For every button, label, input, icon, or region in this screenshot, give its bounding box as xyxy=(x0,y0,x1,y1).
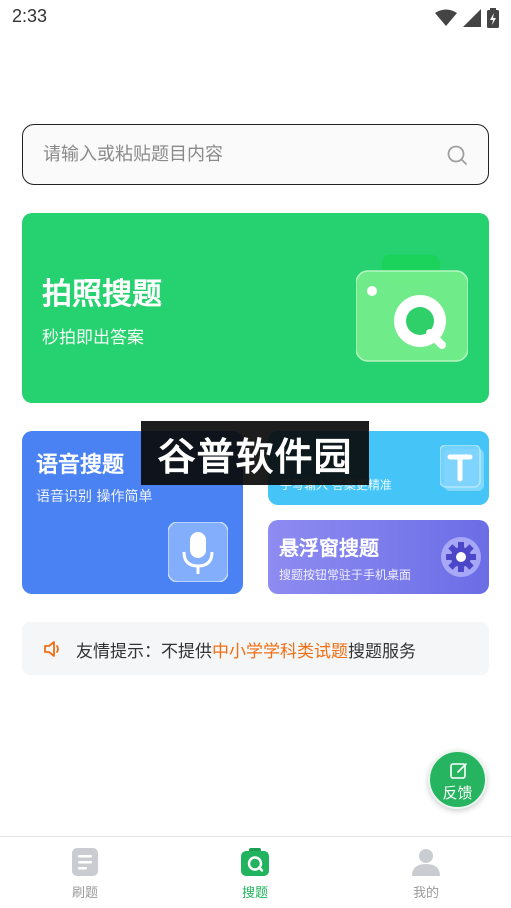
search-camera-icon xyxy=(241,848,269,876)
floating-window-title: 悬浮窗搜题 xyxy=(279,536,379,560)
gear-icon xyxy=(441,537,481,577)
tip-bar: 友情提示：不提供中小学学科类试题搜题服务 xyxy=(22,622,489,675)
bottom-tab-bar: 刷题 搜题 我的 xyxy=(0,836,511,908)
tab-search[interactable]: 搜题 xyxy=(215,847,295,901)
floating-window-subtitle: 搜题按钮常驻于手机桌面 xyxy=(279,568,412,582)
camera-icon xyxy=(356,255,468,362)
search-icon[interactable] xyxy=(446,144,468,166)
text-t-icon xyxy=(440,445,484,491)
status-time: 2:33 xyxy=(12,6,48,26)
tip-prefix: 友情提示：不提供 xyxy=(76,642,212,662)
search-box[interactable] xyxy=(22,124,489,185)
watermark-logo: 谷普软件园 xyxy=(141,421,369,485)
edit-icon xyxy=(450,763,467,779)
status-icons xyxy=(435,8,499,28)
photo-search-card[interactable]: 拍照搜题 秒拍即出答案 xyxy=(22,213,489,403)
tip-highlight: 中小学学科类试题 xyxy=(212,642,348,662)
tip-text: 友情提示：不提供中小学学科类试题搜题服务 xyxy=(76,637,416,662)
watermark-text: 谷普软件园 xyxy=(157,434,353,479)
tab-practice-label: 刷题 xyxy=(71,886,98,901)
search-input[interactable] xyxy=(43,139,423,169)
document-icon xyxy=(72,848,98,876)
profile-icon xyxy=(412,849,440,876)
tab-search-label: 搜题 xyxy=(241,886,268,901)
battery-icon xyxy=(487,8,499,28)
photo-search-subtitle: 秒拍即出答案 xyxy=(42,328,144,348)
feedback-label: 反馈 xyxy=(442,784,473,802)
status-bar: 2:33 xyxy=(0,0,511,36)
signal-icon xyxy=(463,9,481,27)
tab-practice[interactable]: 刷题 xyxy=(45,847,125,901)
voice-search-subtitle: 语音识别 操作简单 xyxy=(36,489,153,505)
tab-profile-label: 我的 xyxy=(412,886,439,901)
speaker-icon xyxy=(44,641,59,657)
wifi-icon xyxy=(435,9,457,26)
tab-profile[interactable]: 我的 xyxy=(386,847,466,901)
feedback-button[interactable]: 反馈 xyxy=(428,750,487,809)
tip-suffix: 搜题服务 xyxy=(348,642,416,662)
microphone-icon xyxy=(168,522,228,582)
voice-search-title: 语音搜题 xyxy=(36,453,125,478)
photo-search-title: 拍照搜题 xyxy=(42,277,162,312)
floating-window-card[interactable]: 悬浮窗搜题 搜题按钮常驻于手机桌面 xyxy=(268,520,489,594)
